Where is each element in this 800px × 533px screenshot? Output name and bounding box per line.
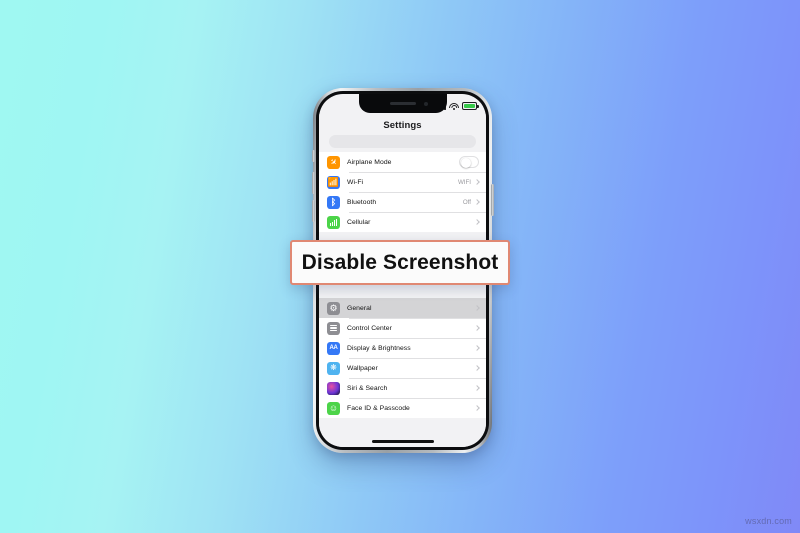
settings-list[interactable]: Airplane Mode 📶 Wi-Fi WIFI bbox=[319, 152, 486, 447]
airplane-mode-toggle[interactable] bbox=[459, 156, 479, 168]
gear-icon bbox=[327, 301, 340, 315]
chevron-right-icon bbox=[474, 405, 480, 411]
chevron-right-icon bbox=[474, 345, 480, 351]
battery-icon bbox=[462, 102, 479, 110]
earpiece-speaker-icon bbox=[389, 102, 416, 105]
settings-row-display-brightness[interactable]: AA Display & Brightness bbox=[319, 338, 486, 358]
chevron-right-icon bbox=[474, 219, 480, 225]
callout-banner: Disable Screenshot bbox=[290, 240, 510, 285]
settings-row-value: Off bbox=[462, 198, 471, 206]
cellular-icon bbox=[327, 215, 340, 229]
volume-down-button[interactable] bbox=[311, 200, 315, 222]
airplane-icon bbox=[327, 155, 340, 169]
settings-row-label: Wallpaper bbox=[347, 364, 378, 372]
chevron-right-icon bbox=[474, 179, 480, 185]
settings-row-siri-search[interactable]: Siri & Search bbox=[319, 378, 486, 398]
settings-row-label: Cellular bbox=[347, 218, 371, 226]
power-button[interactable] bbox=[490, 184, 494, 216]
settings-row-bluetooth[interactable]: ᛒ Bluetooth Off bbox=[319, 192, 486, 212]
settings-row-control-center[interactable]: Control Center bbox=[319, 318, 486, 338]
settings-group-connectivity: Airplane Mode 📶 Wi-Fi WIFI bbox=[319, 152, 486, 232]
section-divider bbox=[319, 285, 486, 298]
chevron-right-icon bbox=[474, 365, 480, 371]
display-brightness-icon: AA bbox=[327, 341, 340, 355]
settings-row-label: Wi-Fi bbox=[347, 178, 364, 186]
settings-row-face-id-passcode[interactable]: Face ID & Passcode bbox=[319, 398, 486, 418]
wallpaper-icon bbox=[327, 361, 340, 375]
wifi-icon: 📶 bbox=[327, 175, 340, 189]
settings-row-wifi[interactable]: 📶 Wi-Fi WIFI bbox=[319, 172, 486, 192]
settings-row-label: General bbox=[347, 304, 372, 312]
chevron-right-icon bbox=[474, 305, 480, 311]
settings-row-label: Siri & Search bbox=[347, 384, 388, 392]
home-indicator[interactable] bbox=[371, 440, 434, 443]
notch bbox=[358, 94, 447, 113]
settings-row-general[interactable]: General bbox=[319, 298, 486, 318]
chevron-right-icon bbox=[474, 385, 480, 391]
control-center-icon bbox=[327, 321, 340, 335]
settings-row-label: Airplane Mode bbox=[347, 158, 392, 166]
callout-text: Disable Screenshot bbox=[301, 250, 499, 274]
settings-row-label: Bluetooth bbox=[347, 198, 377, 206]
wifi-icon bbox=[449, 102, 459, 110]
front-camera-icon bbox=[423, 102, 428, 106]
settings-row-value: WIFI bbox=[457, 178, 471, 186]
search-input[interactable] bbox=[329, 135, 476, 148]
settings-row-airplane-mode[interactable]: Airplane Mode bbox=[319, 152, 486, 172]
settings-row-cellular[interactable]: Cellular bbox=[319, 212, 486, 232]
siri-icon bbox=[327, 381, 340, 395]
settings-row-label: Control Center bbox=[347, 324, 392, 332]
settings-row-label: Display & Brightness bbox=[347, 344, 411, 352]
watermark: wsxdn.com bbox=[745, 516, 792, 526]
page-title: Settings bbox=[319, 114, 486, 136]
settings-row-wallpaper[interactable]: Wallpaper bbox=[319, 358, 486, 378]
face-id-icon bbox=[327, 401, 340, 415]
volume-up-button[interactable] bbox=[311, 172, 315, 194]
mute-switch[interactable] bbox=[311, 150, 315, 162]
chevron-right-icon bbox=[474, 325, 480, 331]
chevron-right-icon bbox=[474, 199, 480, 205]
bluetooth-icon: ᛒ bbox=[327, 195, 340, 209]
settings-group-system: General Control Center AA Dis bbox=[319, 298, 486, 418]
settings-row-label: Face ID & Passcode bbox=[347, 404, 410, 412]
